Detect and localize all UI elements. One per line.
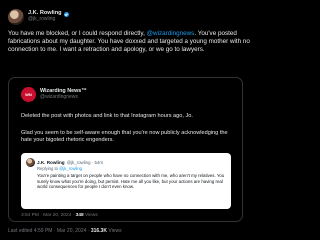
author-avatar[interactable] <box>8 9 24 25</box>
embedded-reply-replying-to: Replying to @jk_rowling <box>37 166 82 171</box>
quoted-author-handle: @wizardingnews <box>40 93 78 100</box>
quoted-tweet-timestamp: 3:54 PM · Mar 20, 2024 · <box>21 213 76 218</box>
author-handle[interactable]: @jk_rowling <box>28 17 69 23</box>
author-names: J.K. Rowling @jk_rowling <box>28 11 69 22</box>
tweet-header: J.K. Rowling @jk_rowling <box>8 6 69 28</box>
replying-mention: @jk_rowling <box>59 166 82 171</box>
quoted-author-names: Wizarding News™ @wizardingnews <box>40 88 87 100</box>
tweet-footer: Last edited 4:59 PM · Mar 20, 2024 · 316… <box>8 228 122 234</box>
tweet: J.K. Rowling @jk_rowling You have me blo… <box>0 0 254 240</box>
replying-prefix: Replying to <box>37 166 60 171</box>
quoted-tweet-header: WN Wizarding News™ @wizardingnews <box>21 87 87 102</box>
tweet-timestamp[interactable]: Last edited 4:59 PM · Mar 20, 2024 · <box>8 228 91 234</box>
tweet-text: You have me blocked, or I could respond … <box>8 30 250 55</box>
quoted-author-avatar: WN <box>21 87 36 102</box>
tweet-views-label: Views <box>106 228 122 234</box>
quoted-tweet-card[interactable]: WN Wizarding News™ @wizardingnews Delete… <box>8 77 243 222</box>
tweet-text-part1: You have me blocked, or I could respond … <box>8 30 147 37</box>
embedded-reply-meta: @jk_rowling · 54m <box>66 160 103 165</box>
embedded-reply-display-name: J.K. Rowling <box>37 160 65 165</box>
embedded-reply-avatar <box>26 158 35 167</box>
quoted-tweet-views-count: 348 <box>75 213 84 218</box>
quoted-tweet-footer: 3:54 PM · Mar 20, 2024 · 348 Views <box>21 213 98 218</box>
embedded-reply-screenshot: J.K. Rowling @jk_rowling · 54m Replying … <box>21 153 231 209</box>
embedded-reply-text: You're painting a target on people who h… <box>37 173 225 190</box>
quoted-tweet-views-label: Views <box>83 213 98 218</box>
tweet-mention-link[interactable]: @wizardingnews <box>147 30 195 37</box>
quoted-tweet-text-2: Glad you seem to be self-aware enough th… <box>21 130 228 144</box>
verified-badge-icon <box>63 11 69 17</box>
tweet-views-count: 316.3K <box>90 228 107 234</box>
quoted-tweet-text-1: Deleted the post with photos and link to… <box>21 113 193 119</box>
